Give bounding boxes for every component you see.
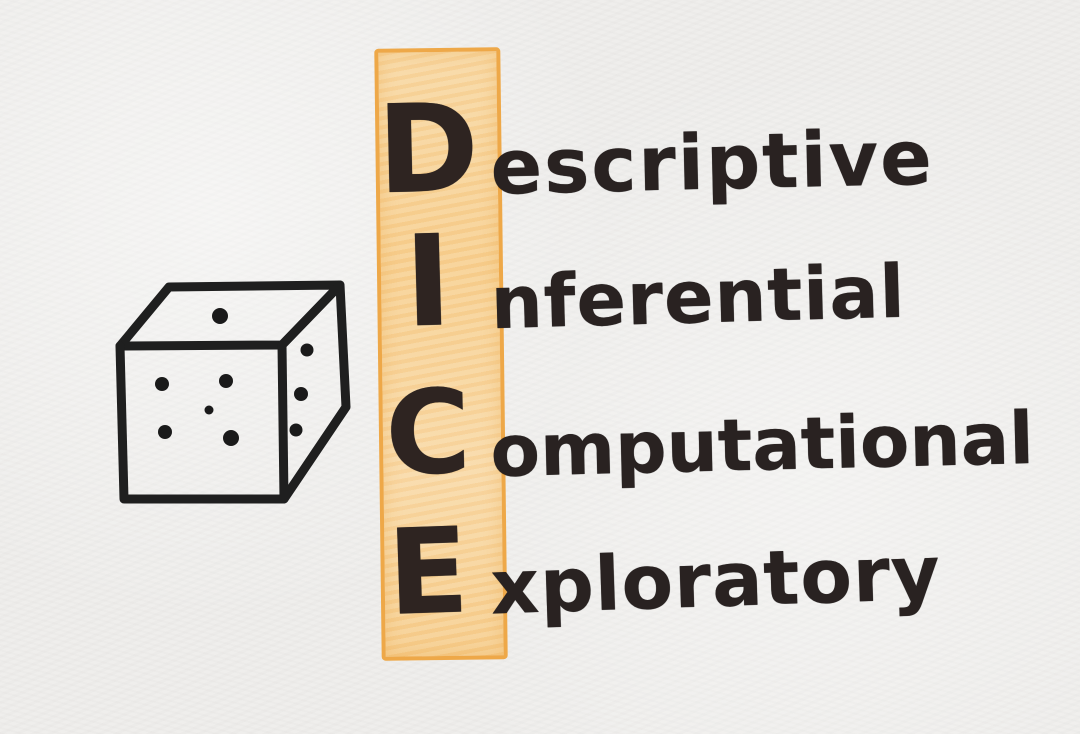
dice-front-pip [223, 430, 239, 446]
acrostic-word-descriptive: escriptive [489, 112, 935, 212]
acrostic-row-inferential: I nferential [370, 207, 907, 356]
dice-side-pip [300, 343, 314, 357]
dice-front-face-edge [115, 340, 289, 504]
dice-front-pip [204, 405, 214, 415]
dice-side-pip [289, 423, 303, 437]
dice-icon [115, 280, 351, 504]
acrostic-word-inferential: nferential [489, 249, 907, 346]
dice-side-pip [294, 387, 308, 401]
dice-front-pip [219, 374, 233, 388]
acrostic-initial-e: E [385, 501, 469, 642]
dice-side-face-edge [277, 280, 351, 504]
acrostic-word-computational: omputational [489, 396, 1035, 494]
acrostic-initial-c: C [383, 364, 471, 502]
dice-front-pip [158, 425, 172, 439]
acrostic-row-computational: C omputational [371, 364, 1035, 502]
acrostic-row-descriptive: D escriptive [371, 77, 935, 222]
acrostic-row-exploratory: E xploratory [370, 501, 943, 642]
acrostic-word-exploratory: xploratory [489, 528, 943, 632]
acrostic-initial-i: I [402, 207, 452, 356]
dice-front-pip [155, 377, 169, 391]
dice-acrostic: D escriptive I nferential C omputational… [370, 47, 1035, 668]
acrostic-initial-d: D [375, 77, 479, 222]
dice-top-pip [212, 308, 228, 324]
